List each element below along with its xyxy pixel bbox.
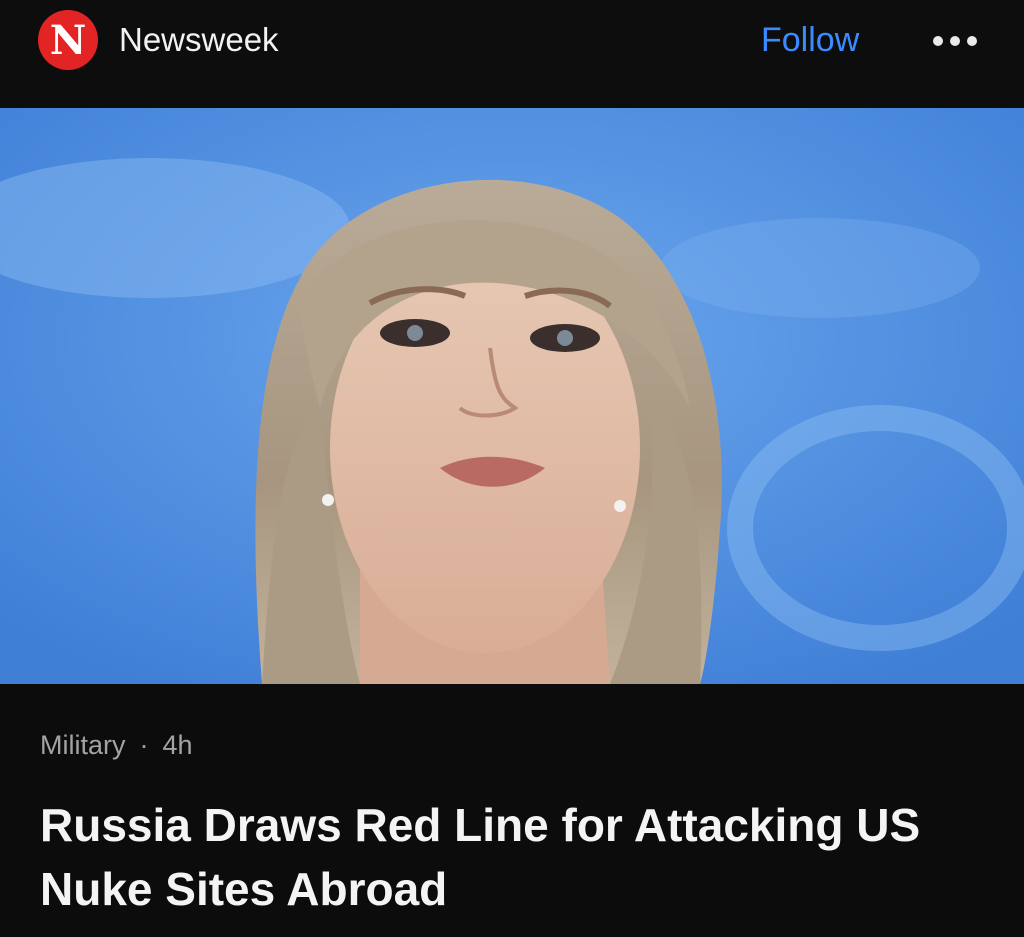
article-meta: Military · 4h (40, 726, 193, 764)
logo-letter: N (49, 17, 87, 64)
more-options-icon[interactable] (930, 26, 980, 56)
meta-separator: · (139, 730, 149, 760)
portrait-illustration (0, 108, 1024, 684)
category-label[interactable]: Military (40, 730, 126, 760)
publisher-header: N Newsweek Follow (0, 0, 1024, 108)
article-age: 4h (162, 730, 193, 760)
article-photo[interactable] (0, 108, 1024, 684)
follow-button[interactable]: Follow (761, 19, 859, 61)
newsweek-logo[interactable]: N (38, 10, 98, 70)
article-headline[interactable]: Russia Draws Red Line for Attacking US N… (40, 793, 1000, 921)
publisher-name[interactable]: Newsweek (119, 19, 279, 61)
